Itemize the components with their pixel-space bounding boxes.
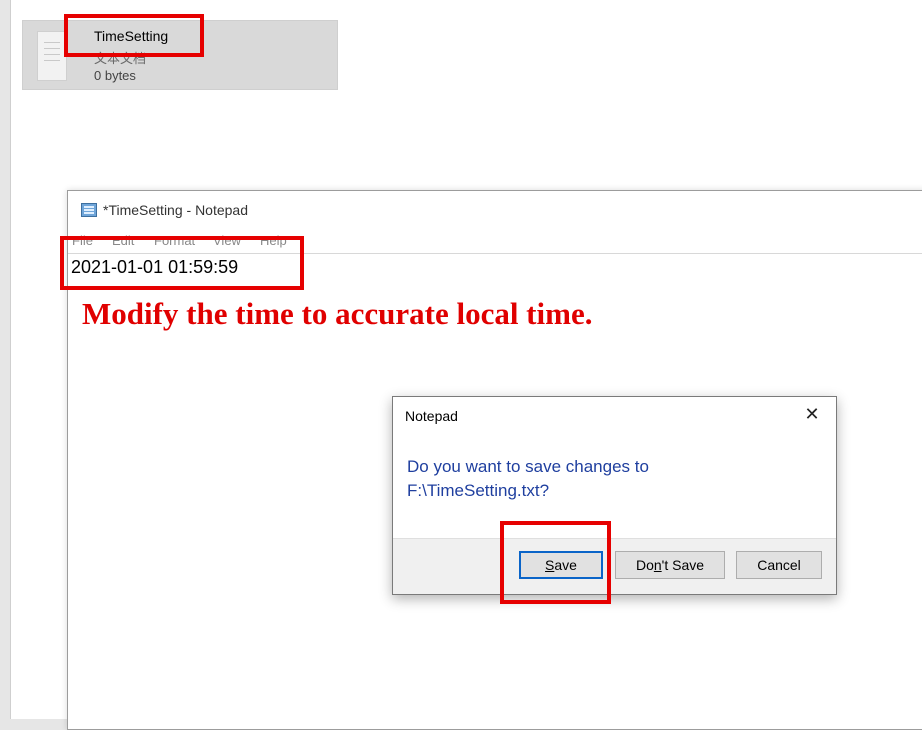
dialog-message-line-2: F:\TimeSetting.txt? [407,481,550,500]
close-icon[interactable]: ✕ [800,402,824,426]
dialog-title: Notepad [405,408,458,424]
dont-save-label-pre: Do [635,557,654,573]
dont-save-mnemonic: n [653,557,662,573]
menu-edit[interactable]: Edit [112,233,134,248]
notepad-titlebar: *TimeSetting - Notepad [68,191,922,229]
save-mnemonic: S [545,557,555,573]
dialog-message-line-1: Do you want to save changes to [407,457,649,476]
file-name: TimeSetting [94,28,169,44]
notepad-icon [81,203,97,217]
save-button[interactable]: Save [519,551,603,579]
file-item-timesetting[interactable]: TimeSetting 文本文档 0 bytes [22,20,338,90]
save-changes-dialog: Notepad ✕ Do you want to save changes to… [392,396,837,595]
dont-save-label-rest: 't Save [661,557,705,573]
dialog-button-bar: Save Don't Save Cancel [393,538,836,594]
cancel-button[interactable]: Cancel [736,551,822,579]
menu-format[interactable]: Format [154,233,195,248]
notepad-title: *TimeSetting - Notepad [103,202,248,218]
menubar-divider [68,253,922,254]
save-label-rest: ave [554,557,577,573]
menu-file[interactable]: File [72,233,93,248]
text-file-icon [37,31,67,81]
dialog-message: Do you want to save changes to F:\TimeSe… [407,455,817,503]
menu-help[interactable]: Help [260,233,287,248]
menu-view[interactable]: View [213,233,241,248]
dont-save-button[interactable]: Don't Save [615,551,725,579]
notepad-text-area[interactable]: 2021-01-01 01:59:59 [71,257,238,278]
file-size: 0 bytes [94,68,136,83]
notepad-menubar: File Edit Format View Help [68,231,922,251]
file-type: 文本文档 [94,51,147,66]
instruction-text: Modify the time to accurate local time. [82,296,593,331]
